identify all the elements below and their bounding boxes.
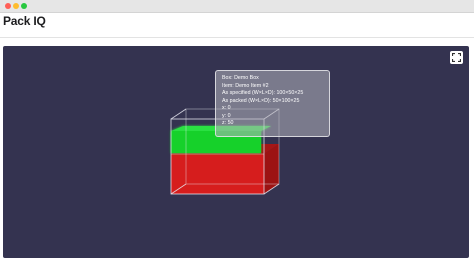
tooltip-packed-dimensions: As packed (W×L×D): 50×100×25 — [222, 97, 300, 104]
tooltip-specified-dimensions: As specified (W×L×D): 100×50×25 — [222, 90, 304, 96]
tooltip-y-position: y: 0 — [222, 112, 231, 119]
tooltip-z-position: z: 50 — [222, 120, 234, 126]
header-divider — [0, 37, 474, 38]
tooltip-item-name: Item: Demo Item #2 — [222, 82, 269, 89]
maximize-window-button[interactable] — [21, 3, 27, 9]
expand-icon — [452, 53, 461, 62]
close-window-button[interactable] — [5, 3, 11, 9]
app-title: Pack IQ — [3, 14, 46, 28]
tooltip-x-position: x: 0 — [222, 105, 231, 111]
minimize-window-button[interactable] — [13, 3, 19, 9]
item-info-tooltip: Box: Demo Box Item: Demo Item #2 As spec… — [215, 70, 330, 137]
window-titlebar — [0, 0, 474, 13]
tooltip-box-name: Box: Demo Box — [222, 75, 259, 81]
packing-3d-viewer[interactable]: Box: Demo Box Item: Demo Item #2 As spec… — [3, 46, 469, 258]
fullscreen-button[interactable] — [450, 51, 463, 64]
red-item-front-face — [171, 154, 264, 194]
